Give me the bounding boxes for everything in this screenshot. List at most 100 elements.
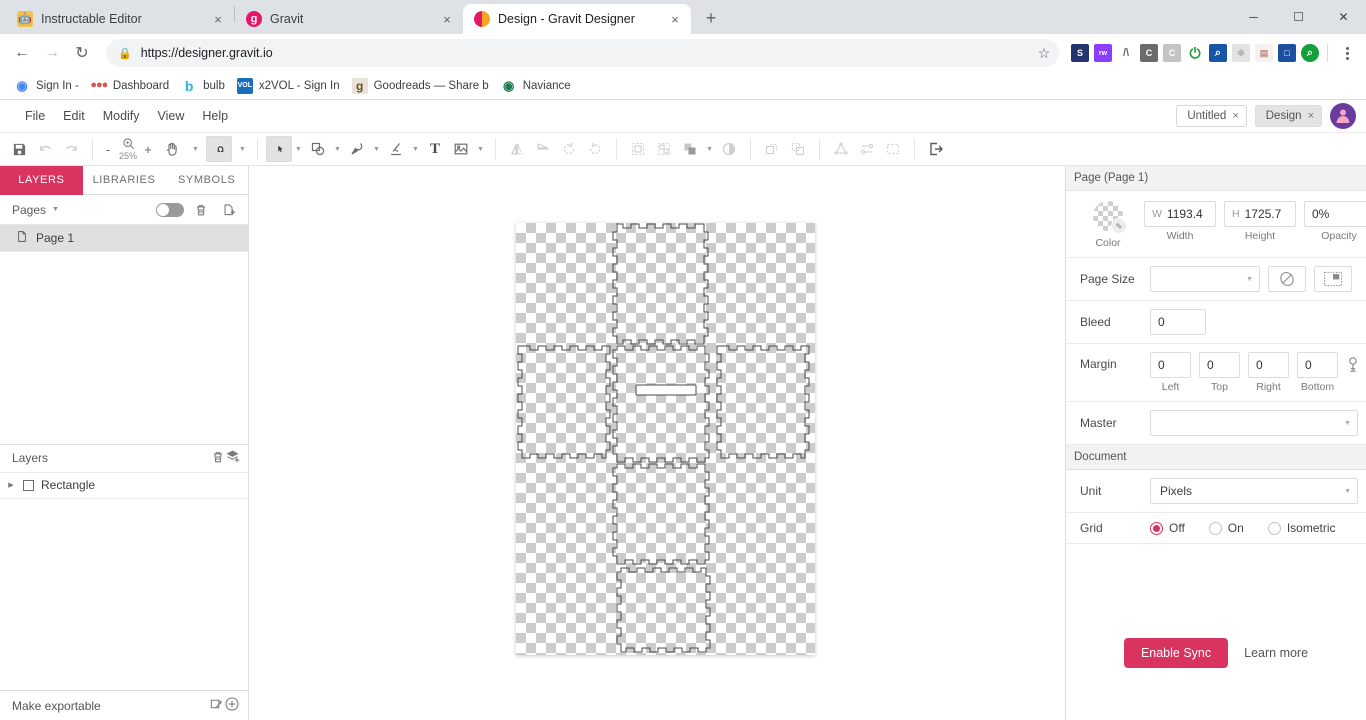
grid-option-on[interactable]: On [1208,521,1244,535]
maximize-icon[interactable]: ☐ [1276,1,1321,33]
margin-left-input[interactable]: 0 [1150,352,1191,378]
chevron-down-icon[interactable]: ▼ [52,206,59,213]
page-color-control[interactable]: ✎ Color [1080,201,1136,249]
chevron-down-icon[interactable]: ▼ [189,136,202,162]
canvas-area[interactable] [249,166,1066,720]
chevron-down-icon[interactable]: ▼ [370,136,383,162]
learn-more-link[interactable]: Learn more [1244,646,1308,660]
browser-tab-instructable-editor[interactable]: 🤖 Instructable Editor × [6,4,234,34]
document-tab-design[interactable]: Design × [1254,105,1322,127]
save-icon[interactable] [6,136,32,162]
height-input[interactable]: H 1725.7 [1224,201,1296,227]
margin-top-input[interactable]: 0 [1199,352,1240,378]
tab-layers[interactable]: LAYERS [0,166,83,195]
bring-to-front-icon[interactable] [759,136,785,162]
chevron-down-icon[interactable]: ▼ [331,136,344,162]
shape-tool-icon[interactable] [305,136,331,162]
zoom-level-control[interactable]: 25% [119,137,137,161]
distribute-icon[interactable] [854,136,880,162]
knife-slice-tool-icon[interactable] [383,136,409,162]
enable-sync-button[interactable]: Enable Sync [1123,638,1229,668]
delete-layer-icon[interactable] [211,450,225,467]
chevron-down-icon[interactable]: ▼ [236,136,249,162]
second-c-extension-icon[interactable]: C [1163,44,1181,62]
reload-icon[interactable]: ↻ [68,39,96,67]
close-window-icon[interactable]: ✕ [1321,1,1366,33]
export-slice-icon[interactable] [209,697,224,715]
chevron-down-icon[interactable]: ▼ [474,136,487,162]
menu-item-help[interactable]: Help [193,100,237,132]
close-icon[interactable]: × [439,11,455,27]
snap-magnet-icon[interactable] [206,136,233,162]
rewards-puzzle-extension-icon[interactable]: rw [1094,44,1112,62]
rotate-right-icon[interactable] [582,136,608,162]
grid-option-isometric[interactable]: Isometric [1267,521,1336,535]
new-tab-button[interactable]: + [697,4,725,32]
address-bar[interactable]: 🔒 https://designer.gravit.io [106,39,1059,67]
sketchfab-extension-icon[interactable]: S [1071,44,1089,62]
menu-item-file[interactable]: File [16,100,54,132]
undo-icon[interactable] [32,136,58,162]
fit-page-icon[interactable] [1314,266,1352,292]
link-margins-icon[interactable] [1346,352,1360,377]
pen-tool-icon[interactable] [344,136,370,162]
add-layer-icon[interactable] [225,449,240,467]
tab-symbols[interactable]: SYMBOLS [165,166,249,195]
text-tool-icon[interactable]: T [422,136,448,162]
ungroup-icon[interactable] [651,136,677,162]
margin-right-input[interactable]: 0 [1248,352,1289,378]
grid-option-off[interactable]: Off [1150,521,1185,535]
minimize-icon[interactable]: ─ [1231,1,1276,33]
hand-tool-icon[interactable] [159,136,185,162]
expand-arrow-icon[interactable]: ▶ [6,481,16,489]
add-export-icon[interactable] [224,696,240,715]
mask-icon[interactable] [716,136,742,162]
browser-tab-gravit[interactable]: g Gravit × [235,4,463,34]
image-tool-icon[interactable] [448,136,474,162]
box-joint-cube-net-path[interactable] [516,223,815,655]
menu-item-modify[interactable]: Modify [94,100,149,132]
delete-page-icon[interactable] [190,199,212,221]
close-icon[interactable]: × [1232,110,1238,122]
bookmark-dashboard[interactable]: ●●● Dashboard [87,75,177,97]
back-icon[interactable]: ← [8,39,36,67]
flip-vertical-icon[interactable] [530,136,556,162]
clipboard-c-extension-icon[interactable]: C [1140,44,1158,62]
grammarly-caret-extension-icon[interactable]: /\ [1117,44,1135,62]
pages-visibility-toggle[interactable] [156,202,184,217]
layer-list-item[interactable]: ▶ Rectangle [0,473,248,499]
bookmark-star-icon[interactable]: ☆ [1031,40,1057,66]
redo-icon[interactable] [58,136,84,162]
chevron-down-icon[interactable]: ▼ [703,136,716,162]
menu-item-view[interactable]: View [149,100,194,132]
browser-menu-icon[interactable] [1336,46,1358,60]
close-icon[interactable]: × [210,11,226,27]
margin-bottom-input[interactable]: 0 [1297,352,1338,378]
master-select[interactable]: ▼ [1150,410,1358,436]
boolean-ops-icon[interactable] [677,136,703,162]
select-arrow-tool-icon[interactable] [266,136,293,162]
bookmark-x2vol[interactable]: VOL x2VOL - Sign In [233,75,348,97]
dimmed-badge-extension-icon[interactable]: ✱ [1232,44,1250,62]
green-search-extension-icon[interactable]: ⌕ [1301,44,1319,62]
colorful-notes-extension-icon[interactable]: ▤ [1255,44,1273,62]
flip-horizontal-icon[interactable] [504,136,530,162]
chevron-down-icon[interactable]: ▼ [409,136,422,162]
power-toggle-extension-icon[interactable]: ⏻ [1186,44,1204,62]
page-color-swatch[interactable]: ✎ [1093,201,1127,234]
forward-icon[interactable]: → [38,39,66,67]
path-operations-icon[interactable] [828,136,854,162]
menu-item-edit[interactable]: Edit [54,100,94,132]
width-input[interactable]: W 1193.4 [1144,201,1216,227]
bookmark-bulb[interactable]: b bulb [177,75,233,97]
bookmark-goodreads[interactable]: g Goodreads — Share b [348,75,497,97]
search-magnifier-extension-icon[interactable]: ⌕ [1209,44,1227,62]
rotate-left-icon[interactable] [556,136,582,162]
group-icon[interactable] [625,136,651,162]
close-icon[interactable]: × [667,11,683,27]
export-icon[interactable] [923,136,949,162]
page-orientation-icon[interactable] [1268,266,1306,292]
browser-tab-design-gravit-designer[interactable]: Design - Gravit Designer × [463,4,691,34]
close-icon[interactable]: × [1308,110,1314,122]
tab-libraries[interactable]: LIBRARIES [82,166,166,195]
